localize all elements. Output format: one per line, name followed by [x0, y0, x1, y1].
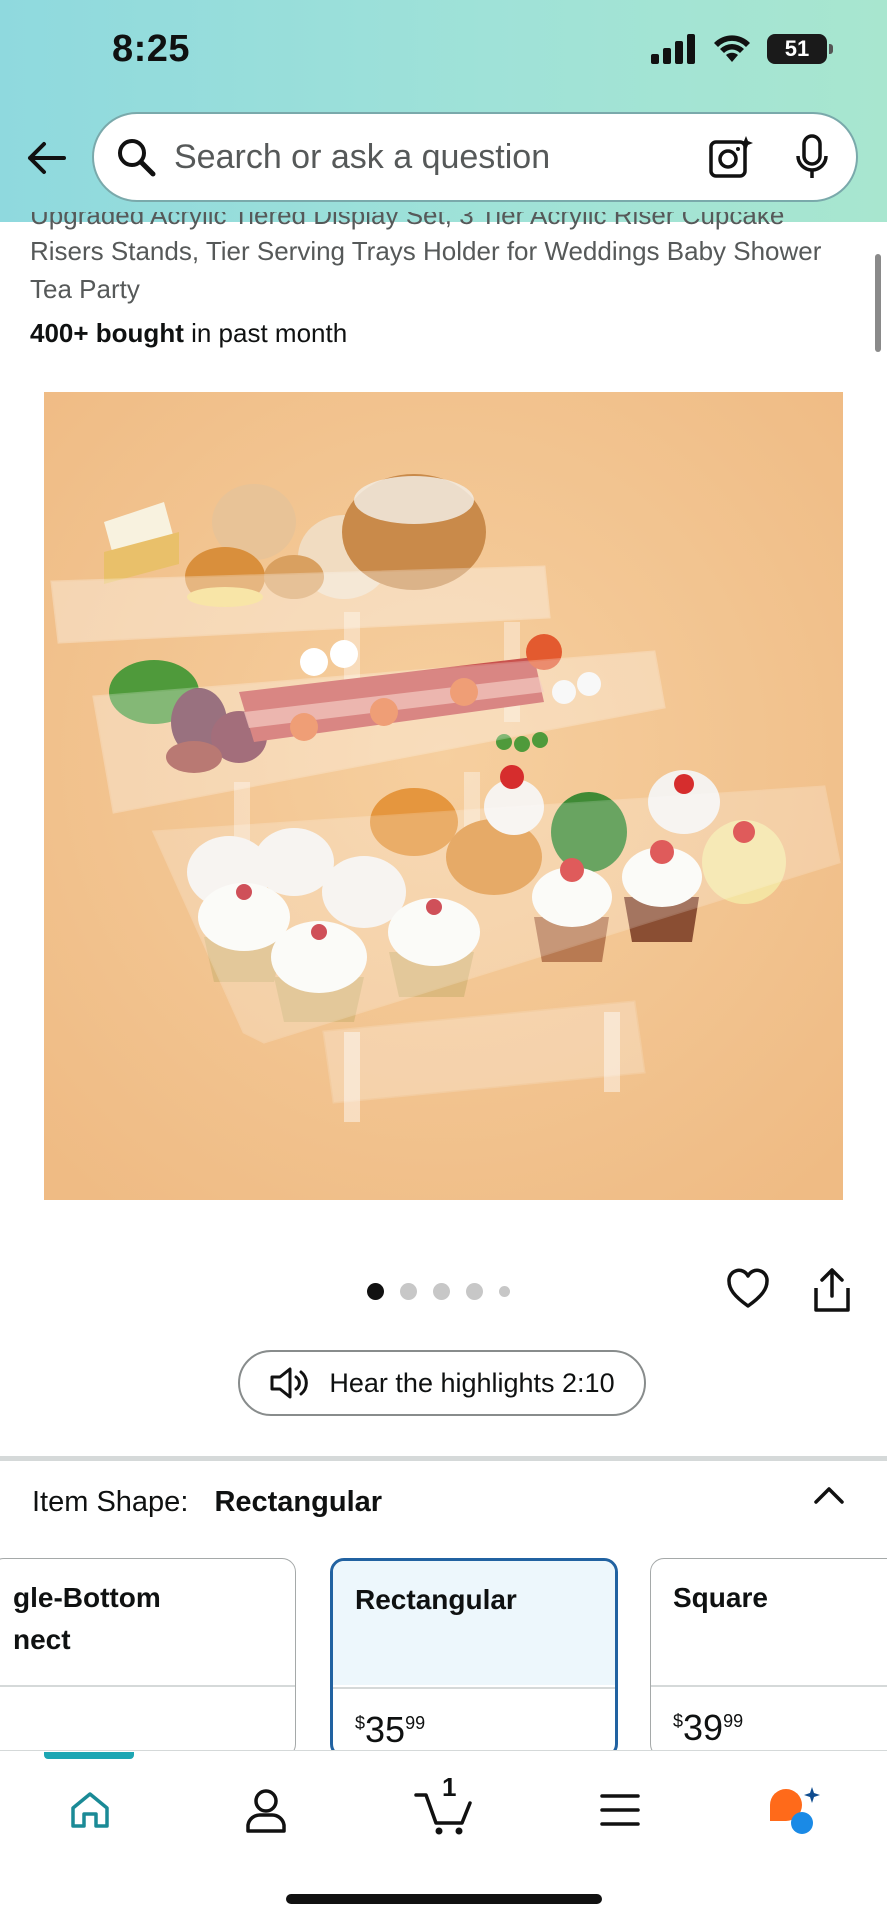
battery-icon: 51 — [767, 34, 833, 64]
carousel-dot[interactable] — [499, 1286, 510, 1297]
chevron-up-icon[interactable] — [812, 1482, 846, 1508]
shape-option-title-line: nect — [13, 1624, 71, 1655]
card-separator — [0, 1685, 295, 1687]
image-carousel-dots[interactable] — [367, 1283, 510, 1300]
rufus-assistant-icon — [770, 1787, 820, 1834]
shape-option-card[interactable]: Square $3999 — [650, 1558, 887, 1758]
signal-icon — [651, 34, 695, 64]
price-fraction: 99 — [405, 1713, 426, 1733]
hear-highlights-button[interactable]: Hear the highlights 2:10 — [238, 1350, 646, 1416]
purchase-count-rest: in past month — [183, 318, 348, 348]
battery-level: 51 — [784, 36, 810, 61]
currency-symbol: $ — [673, 1711, 684, 1731]
nav-home[interactable] — [60, 1780, 120, 1840]
carousel-dot[interactable] — [433, 1283, 450, 1300]
wifi-icon — [714, 35, 750, 62]
hamburger-menu-icon — [600, 1794, 640, 1826]
nav-menu[interactable] — [590, 1780, 650, 1840]
product-title-line: Tea Party — [30, 274, 140, 304]
product-title[interactable]: Risers Stands, Tier Serving Trays Holder… — [30, 232, 860, 308]
status-icons: 51 — [651, 34, 833, 64]
share-icon[interactable] — [812, 1266, 852, 1314]
speaker-icon — [270, 1367, 309, 1399]
active-tab-indicator — [44, 1752, 134, 1759]
app-header: 8:25 51 Search or ask a question — [0, 0, 887, 222]
shape-option-card-selected[interactable]: Rectangular $3599 — [330, 1558, 618, 1758]
person-icon — [246, 1789, 286, 1833]
shape-option-title-line: gle-Bottom — [13, 1582, 161, 1613]
price-whole: 39 — [683, 1707, 724, 1748]
price-whole: 35 — [365, 1709, 406, 1750]
carousel-dot[interactable] — [400, 1283, 417, 1300]
search-input[interactable]: Search or ask a question — [174, 138, 708, 177]
product-illustration — [44, 392, 843, 1200]
microphone-icon[interactable] — [794, 134, 830, 180]
hear-highlights-label: Hear the highlights 2:10 — [329, 1367, 615, 1398]
home-indicator — [286, 1894, 602, 1904]
search-bar[interactable]: Search or ask a question — [92, 112, 858, 202]
back-arrow-icon[interactable] — [24, 136, 68, 180]
shape-option-price: $3999 — [673, 1707, 743, 1749]
carousel-dot[interactable] — [367, 1283, 384, 1300]
card-separator — [333, 1687, 615, 1689]
heart-icon[interactable] — [726, 1268, 770, 1310]
shape-option-title: Rectangular — [355, 1584, 517, 1615]
status-time: 8:25 — [112, 28, 191, 70]
search-icon — [118, 139, 156, 177]
currency-symbol: $ — [355, 1713, 366, 1733]
product-image[interactable] — [44, 392, 843, 1200]
nav-account[interactable] — [236, 1780, 296, 1840]
item-shape-label: Item Shape: — [32, 1486, 189, 1518]
scrollbar[interactable] — [875, 254, 881, 352]
product-title-line: Risers Stands, Tier Serving Trays Holder… — [30, 236, 822, 266]
camera-search-icon[interactable] — [708, 134, 754, 180]
shape-option-title: gle-Bottom nect — [13, 1577, 161, 1661]
shape-option-title: Square — [673, 1582, 768, 1613]
shape-option-price: $3599 — [355, 1709, 425, 1751]
item-shape-selector-header[interactable]: Item Shape: Rectangular — [32, 1486, 382, 1519]
nav-rufus[interactable] — [764, 1780, 824, 1840]
cart-count-badge: 1 — [442, 1772, 457, 1802]
item-shape-value: Rectangular — [214, 1486, 383, 1518]
card-separator — [651, 1685, 887, 1687]
carousel-dot[interactable] — [466, 1283, 483, 1300]
home-icon — [71, 1792, 109, 1828]
purchase-count-bold: 400+ bought — [30, 318, 184, 348]
price-fraction: 99 — [723, 1711, 744, 1731]
section-divider — [0, 1456, 887, 1461]
purchase-count: 400+ bought in past month — [30, 318, 347, 349]
shape-option-card[interactable]: gle-Bottom nect — [0, 1558, 296, 1758]
